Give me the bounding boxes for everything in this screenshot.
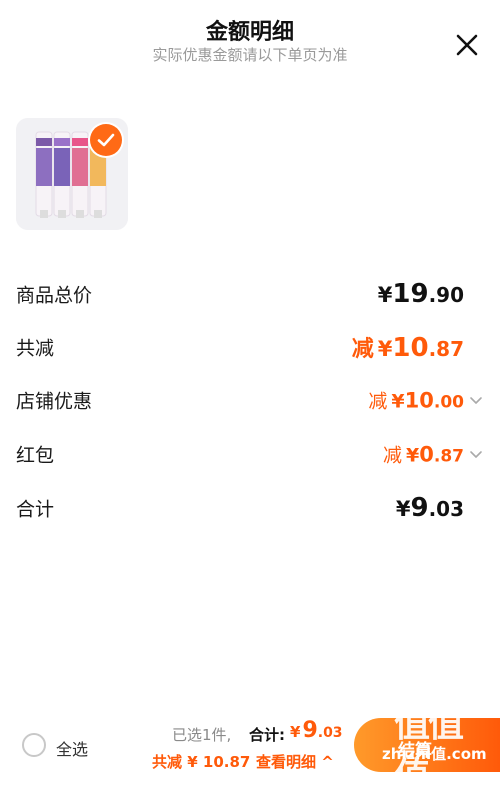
subtotal-value: ¥ 19 .90 xyxy=(378,279,464,309)
watermark: 值值值 zhizhi值.com xyxy=(382,695,492,797)
total-value: ¥ 9 .03 xyxy=(396,493,464,523)
shop-discount-value: 减 ¥ 10 .00 xyxy=(368,387,464,414)
footer-total-decimal: .03 xyxy=(317,725,343,741)
select-all-radio[interactable] xyxy=(22,733,46,757)
total-currency: ¥ xyxy=(395,497,411,521)
total-decimal: .03 xyxy=(428,497,464,521)
red-packet-expand[interactable] xyxy=(468,446,484,462)
row-subtotal: 商品总价 ¥ 19 .90 xyxy=(16,274,484,314)
red-packet-value: 减 ¥ 0 .87 xyxy=(383,441,464,468)
close-icon xyxy=(456,34,478,56)
row-total-discount: 共减 减 ¥ 10 .87 xyxy=(16,327,484,367)
footer-discount-summary: 共减 ¥ 10.87 xyxy=(152,753,251,771)
footer-total-value: ¥ 9 .03 xyxy=(290,718,343,743)
chevron-down-icon xyxy=(470,451,482,458)
shop-discount-currency: ¥ xyxy=(391,390,405,413)
red-packet-label: 红包 xyxy=(16,444,55,467)
shop-discount-label: 店铺优惠 xyxy=(16,390,93,413)
row-total: 合计 ¥ 9 .03 xyxy=(16,488,484,528)
red-packet-currency: ¥ xyxy=(406,444,420,467)
close-button[interactable] xyxy=(452,30,482,60)
subtotal-currency: ¥ xyxy=(377,283,393,307)
shop-discount-prefix: 减 xyxy=(368,390,388,413)
select-all-label[interactable]: 全选 xyxy=(56,736,88,760)
total-discount-label: 共减 xyxy=(16,337,55,360)
subtotal-integer: 19 xyxy=(392,279,429,309)
page-subtitle: 实际优惠金额请以下单页为准 xyxy=(152,46,348,64)
row-red-packet[interactable]: 红包 减 ¥ 0 .87 xyxy=(16,434,484,474)
total-discount-integer: 10 xyxy=(392,333,429,363)
shop-discount-expand[interactable] xyxy=(468,392,484,408)
red-packet-decimal: .87 xyxy=(433,446,464,467)
selected-count: 已选1件, xyxy=(172,726,232,744)
subtotal-decimal: .90 xyxy=(428,283,464,307)
view-detail-toggle[interactable]: 查看明细 ^ xyxy=(256,751,334,772)
red-packet-integer: 0 xyxy=(419,442,434,467)
chevron-down-icon xyxy=(470,397,482,404)
footer-total-label: 合计: xyxy=(249,726,285,744)
subtotal-label: 商品总价 xyxy=(16,284,93,307)
footer-total-currency: ¥ xyxy=(290,723,301,741)
total-discount-value: 减 ¥ 10 .87 xyxy=(352,331,464,363)
footer-total-integer: 9 xyxy=(302,718,318,743)
total-integer: 9 xyxy=(410,493,429,523)
row-shop-discount[interactable]: 店铺优惠 减 ¥ 10 .00 xyxy=(16,380,484,420)
page-title: 金额明细 xyxy=(205,20,294,45)
total-discount-prefix: 减 xyxy=(351,337,374,362)
shop-discount-decimal: .00 xyxy=(433,392,464,413)
total-discount-decimal: .87 xyxy=(428,337,464,361)
total-label: 合计 xyxy=(16,498,55,521)
selected-check-badge[interactable] xyxy=(90,124,122,156)
shop-discount-integer: 10 xyxy=(404,388,434,413)
red-packet-prefix: 减 xyxy=(383,444,403,467)
check-icon xyxy=(97,133,115,147)
total-discount-currency: ¥ xyxy=(377,337,393,361)
watermark-text: zhizhi值.com xyxy=(382,745,487,763)
detail-header: 金额明细 实际优惠金额请以下单页为准 xyxy=(0,0,500,80)
